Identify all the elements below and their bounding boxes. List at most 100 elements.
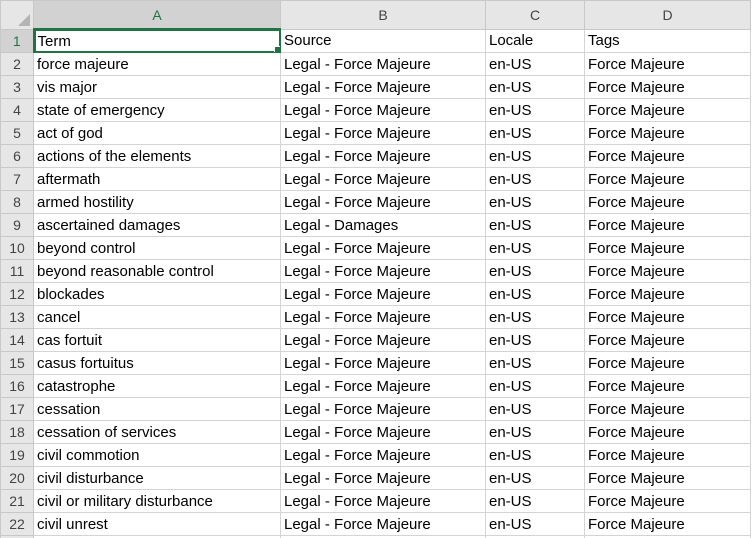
- cell-A11[interactable]: beyond reasonable control: [33, 259, 281, 283]
- row-header[interactable]: 19: [0, 443, 34, 467]
- cell-C2[interactable]: en-US: [485, 52, 585, 76]
- cell-C18[interactable]: en-US: [485, 420, 585, 444]
- cell-B1[interactable]: Source: [280, 28, 486, 53]
- row-header[interactable]: 9: [0, 213, 34, 237]
- cell-A9[interactable]: ascertained damages: [33, 213, 281, 237]
- cell-D6[interactable]: Force Majeure: [584, 144, 751, 168]
- cell-C16[interactable]: en-US: [485, 374, 585, 398]
- cell-D21[interactable]: Force Majeure: [584, 489, 751, 513]
- row-header[interactable]: 14: [0, 328, 34, 352]
- cell-B9[interactable]: Legal - Damages: [280, 213, 486, 237]
- cell-D2[interactable]: Force Majeure: [584, 52, 751, 76]
- cell-B2[interactable]: Legal - Force Majeure: [280, 52, 486, 76]
- cell-D14[interactable]: Force Majeure: [584, 328, 751, 352]
- row-header[interactable]: 16: [0, 374, 34, 398]
- cell-D5[interactable]: Force Majeure: [584, 121, 751, 145]
- row-header[interactable]: 11: [0, 259, 34, 283]
- row-header[interactable]: 2: [0, 52, 34, 76]
- row-header[interactable]: 3: [0, 75, 34, 99]
- column-header-D[interactable]: D: [584, 0, 751, 30]
- cell-C22[interactable]: en-US: [485, 512, 585, 536]
- row-header[interactable]: 4: [0, 98, 34, 122]
- cell-D11[interactable]: Force Majeure: [584, 259, 751, 283]
- cell-B5[interactable]: Legal - Force Majeure: [280, 121, 486, 145]
- cell-C12[interactable]: en-US: [485, 282, 585, 306]
- cell-D4[interactable]: Force Majeure: [584, 98, 751, 122]
- column-header-C[interactable]: C: [485, 0, 585, 30]
- cell-C10[interactable]: en-US: [485, 236, 585, 260]
- cell-D20[interactable]: Force Majeure: [584, 466, 751, 490]
- fill-handle[interactable]: [274, 46, 280, 52]
- cell-D22[interactable]: Force Majeure: [584, 512, 751, 536]
- cell-B4[interactable]: Legal - Force Majeure: [280, 98, 486, 122]
- row-header[interactable]: 10: [0, 236, 34, 260]
- cell-A18[interactable]: cessation of services: [33, 420, 281, 444]
- cell-D13[interactable]: Force Majeure: [584, 305, 751, 329]
- cell-B15[interactable]: Legal - Force Majeure: [280, 351, 486, 375]
- cell-A2[interactable]: force majeure: [33, 52, 281, 76]
- cell-A21[interactable]: civil or military disturbance: [33, 489, 281, 513]
- row-header[interactable]: 5: [0, 121, 34, 145]
- cell-B19[interactable]: Legal - Force Majeure: [280, 443, 486, 467]
- cell-A1[interactable]: Term: [33, 28, 281, 53]
- cell-B13[interactable]: Legal - Force Majeure: [280, 305, 486, 329]
- cell-A6[interactable]: actions of the elements: [33, 144, 281, 168]
- cell-C6[interactable]: en-US: [485, 144, 585, 168]
- cell-D9[interactable]: Force Majeure: [584, 213, 751, 237]
- cell-D15[interactable]: Force Majeure: [584, 351, 751, 375]
- cell-B22[interactable]: Legal - Force Majeure: [280, 512, 486, 536]
- column-header-B[interactable]: B: [280, 0, 486, 30]
- cell-C9[interactable]: en-US: [485, 213, 585, 237]
- cell-D18[interactable]: Force Majeure: [584, 420, 751, 444]
- cell-A8[interactable]: armed hostility: [33, 190, 281, 214]
- row-header[interactable]: 18: [0, 420, 34, 444]
- cell-C5[interactable]: en-US: [485, 121, 585, 145]
- cell-D3[interactable]: Force Majeure: [584, 75, 751, 99]
- cell-A22[interactable]: civil unrest: [33, 512, 281, 536]
- cell-B18[interactable]: Legal - Force Majeure: [280, 420, 486, 444]
- cell-A15[interactable]: casus fortuitus: [33, 351, 281, 375]
- cell-B12[interactable]: Legal - Force Majeure: [280, 282, 486, 306]
- cell-C13[interactable]: en-US: [485, 305, 585, 329]
- cell-A19[interactable]: civil commotion: [33, 443, 281, 467]
- select-all-corner[interactable]: [0, 0, 34, 30]
- row-header[interactable]: 17: [0, 397, 34, 421]
- cell-B20[interactable]: Legal - Force Majeure: [280, 466, 486, 490]
- cell-D12[interactable]: Force Majeure: [584, 282, 751, 306]
- cell-A7[interactable]: aftermath: [33, 167, 281, 191]
- row-header[interactable]: 1: [0, 28, 35, 53]
- row-header[interactable]: 15: [0, 351, 34, 375]
- cell-B8[interactable]: Legal - Force Majeure: [280, 190, 486, 214]
- row-header[interactable]: 13: [0, 305, 34, 329]
- cell-D10[interactable]: Force Majeure: [584, 236, 751, 260]
- cell-A20[interactable]: civil disturbance: [33, 466, 281, 490]
- cell-C1[interactable]: Locale: [485, 28, 585, 53]
- column-header-A[interactable]: A: [33, 0, 281, 30]
- cell-A3[interactable]: vis major: [33, 75, 281, 99]
- cell-A4[interactable]: state of emergency: [33, 98, 281, 122]
- cell-A17[interactable]: cessation: [33, 397, 281, 421]
- cell-D1[interactable]: Tags: [584, 28, 751, 53]
- cell-C11[interactable]: en-US: [485, 259, 585, 283]
- row-header[interactable]: 22: [0, 512, 34, 536]
- cell-B6[interactable]: Legal - Force Majeure: [280, 144, 486, 168]
- cell-A10[interactable]: beyond control: [33, 236, 281, 260]
- row-header[interactable]: 21: [0, 489, 34, 513]
- cell-D8[interactable]: Force Majeure: [584, 190, 751, 214]
- cell-D7[interactable]: Force Majeure: [584, 167, 751, 191]
- cell-C19[interactable]: en-US: [485, 443, 585, 467]
- cell-D19[interactable]: Force Majeure: [584, 443, 751, 467]
- cell-B14[interactable]: Legal - Force Majeure: [280, 328, 486, 352]
- cell-A13[interactable]: cancel: [33, 305, 281, 329]
- cell-A14[interactable]: cas fortuit: [33, 328, 281, 352]
- cell-C14[interactable]: en-US: [485, 328, 585, 352]
- cell-C17[interactable]: en-US: [485, 397, 585, 421]
- cell-B7[interactable]: Legal - Force Majeure: [280, 167, 486, 191]
- cell-A5[interactable]: act of god: [33, 121, 281, 145]
- cell-C8[interactable]: en-US: [485, 190, 585, 214]
- cell-D16[interactable]: Force Majeure: [584, 374, 751, 398]
- row-header[interactable]: 8: [0, 190, 34, 214]
- cell-B11[interactable]: Legal - Force Majeure: [280, 259, 486, 283]
- cell-D17[interactable]: Force Majeure: [584, 397, 751, 421]
- cell-B3[interactable]: Legal - Force Majeure: [280, 75, 486, 99]
